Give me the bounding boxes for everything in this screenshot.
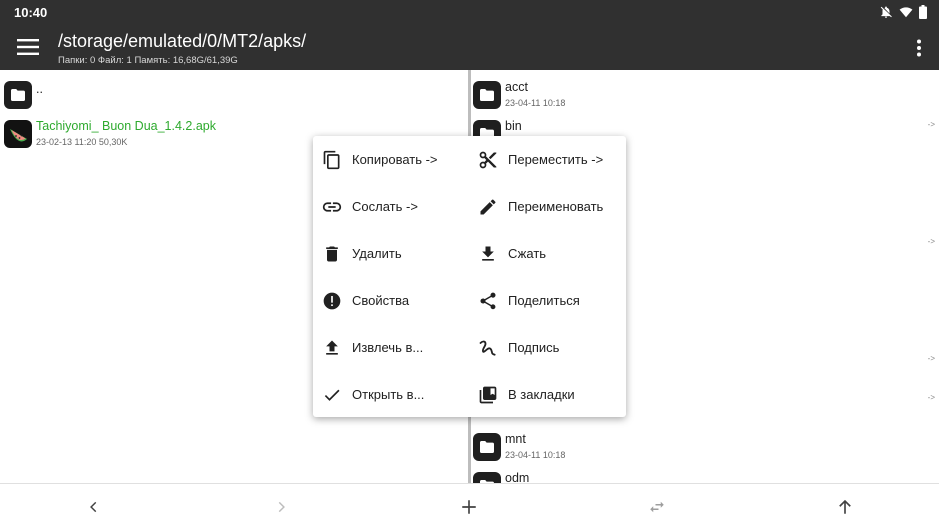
menu-item-label: Удалить [352, 246, 402, 261]
pencil-icon [477, 196, 499, 218]
forward-button[interactable] [270, 496, 292, 518]
toolbar: /storage/emulated/0/MT2/apks/ Папки: 0 Ф… [0, 25, 939, 70]
folder-name: acct [505, 80, 528, 94]
check-icon [321, 384, 343, 406]
context-menu: Копировать -> Сослать -> Удалить Свойств… [313, 136, 626, 417]
folder-name: bin [505, 119, 522, 133]
menu-item-properties[interactable]: Свойства [313, 277, 469, 324]
menu-item-label: Сжать [508, 246, 547, 261]
folder-icon [4, 81, 32, 109]
folder-icon [473, 81, 501, 109]
file-meta: 23-02-13 11:20 50,30K [36, 137, 128, 147]
menu-item-label: Свойства [352, 293, 410, 308]
notifications-off-icon [880, 6, 892, 18]
menu-item-label: Сослать -> [352, 199, 418, 214]
parent-folder-label: .. [36, 82, 43, 96]
storage-info: Папки: 0 Файл: 1 Память: 16,68G/61,39G [58, 55, 238, 66]
menu-item-compress[interactable]: Сжать [469, 230, 625, 277]
folder-meta: 23-04-11 10:18 [505, 450, 566, 460]
plus-icon [462, 500, 476, 514]
symlink-arrow: -> [927, 354, 935, 363]
menu-item-label: Копировать -> [352, 152, 438, 167]
menu-item-share[interactable]: Поделиться [469, 277, 625, 324]
menu-item-label: Переименовать [508, 199, 604, 214]
menu-item-bookmark[interactable]: В закладки [469, 371, 625, 418]
arrow-up-icon [839, 499, 851, 514]
symlink-arrow: -> [927, 120, 935, 129]
menu-item-delete[interactable]: Удалить [313, 230, 469, 277]
menu-item-sign[interactable]: Подпись [469, 324, 625, 371]
menu-item-label: Открыть в... [352, 387, 425, 402]
copy-icon [321, 149, 343, 171]
chevron-left-icon [90, 501, 97, 513]
folder-name: mnt [505, 432, 526, 446]
menu-item-label: Подпись [508, 340, 560, 355]
list-item[interactable]: mnt 23-04-11 10:18 [473, 426, 933, 465]
bookmarks-icon [477, 384, 499, 406]
up-button[interactable] [834, 496, 856, 518]
status-time: 10:40 [14, 5, 48, 20]
add-button[interactable] [458, 496, 480, 518]
swap-icon [650, 501, 664, 513]
swap-panels-button[interactable] [646, 496, 668, 518]
delete-icon [321, 243, 343, 265]
menu-item-open-with[interactable]: Открыть в... [313, 371, 469, 418]
parent-folder-row[interactable]: .. [4, 74, 464, 113]
scissors-icon [477, 149, 499, 171]
share-icon [477, 290, 499, 312]
link-icon [321, 196, 343, 218]
symlink-arrow: -> [927, 237, 935, 246]
apk-icon [4, 120, 32, 148]
status-bar: 10:40 [0, 0, 939, 25]
folder-meta: 23-04-11 10:18 [505, 98, 566, 108]
signature-icon [477, 337, 499, 359]
more-options-icon[interactable] [913, 39, 925, 57]
folder-icon [473, 433, 501, 461]
folder-name: odm [505, 471, 530, 483]
menu-item-label: Поделиться [508, 293, 580, 308]
current-path: /storage/emulated/0/MT2/apks/ [58, 31, 307, 51]
symlink-arrow: -> [927, 393, 935, 402]
menu-item-label: В закладки [508, 387, 575, 402]
file-name: Tachiyomi_ Buon Dua_1.4.2.apk [36, 119, 216, 133]
menu-item-extract[interactable]: Извлечь в... [313, 324, 469, 371]
download-icon [477, 243, 499, 265]
folder-icon [473, 472, 501, 483]
menu-item-link[interactable]: Сослать -> [313, 183, 469, 230]
menu-item-copy[interactable]: Копировать -> [313, 136, 469, 183]
menu-item-move[interactable]: Переместить -> [469, 136, 625, 183]
system-icons [879, 5, 927, 19]
battery-icon [919, 5, 927, 19]
menu-icon[interactable] [17, 38, 39, 56]
menu-item-label: Переместить -> [508, 152, 604, 167]
upload-icon [321, 337, 343, 359]
menu-item-label: Извлечь в... [352, 340, 424, 355]
wifi-icon [899, 7, 913, 18]
menu-item-rename[interactable]: Переименовать [469, 183, 625, 230]
info-icon [321, 290, 343, 312]
bottom-bar [0, 483, 939, 528]
back-button[interactable] [83, 496, 105, 518]
chevron-right-icon [278, 501, 285, 513]
list-item[interactable]: acct 23-04-11 10:18 [473, 74, 933, 113]
list-item[interactable]: odm [473, 465, 933, 483]
